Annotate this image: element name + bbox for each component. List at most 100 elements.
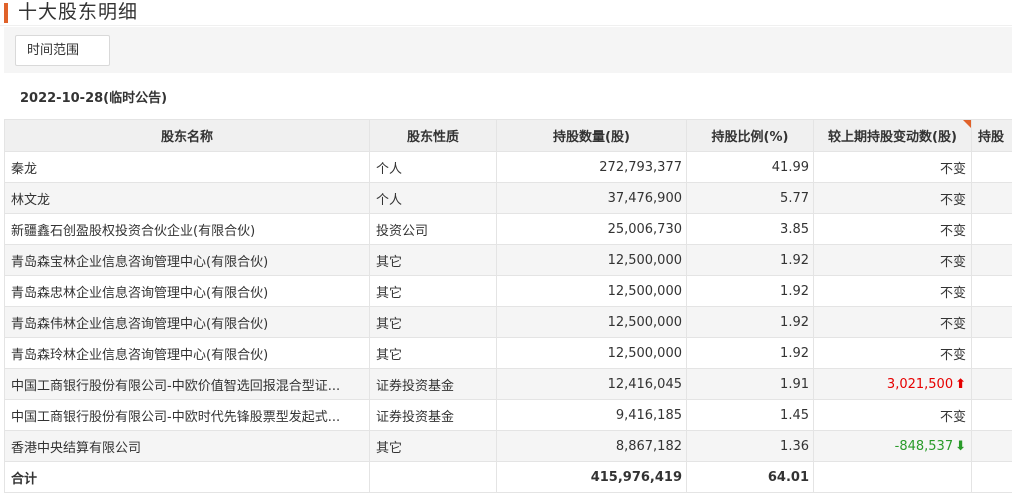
change-cell: 3,021,500 ⬆ <box>813 368 972 400</box>
extra-cell <box>971 399 1012 431</box>
change-cell: 不变 <box>813 275 972 307</box>
change-cell: 不变 <box>813 213 972 245</box>
table-row[interactable]: 中国工商银行股份有限公司-中欧价值智选回报混合型证... 证券投资基金 12,416… <box>4 368 1012 400</box>
table-row[interactable]: 新疆鑫石创盈股权投资合伙企业(有限合伙) 投资公司 25,006,730 3.85 不变 <box>4 213 1012 245</box>
shareholder-type-cell: 其它 <box>369 244 497 276</box>
extra-cell <box>971 275 1012 307</box>
extra-cell <box>971 244 1012 276</box>
column-header-change[interactable]: 较上期持股变动数(股) <box>813 119 972 152</box>
shares-cell: 25,006,730 <box>496 213 687 245</box>
arrow-down-icon: ⬇ <box>955 438 966 454</box>
extra-cell <box>971 182 1012 214</box>
ratio-cell: 1.92 <box>686 337 814 369</box>
change-cell: 不变 <box>813 337 972 369</box>
total-type-cell <box>369 461 497 493</box>
change-value: -848,537 <box>894 438 954 454</box>
report-date-label: 2022-10-28(临时公告) <box>20 91 168 106</box>
column-header-change-label: 较上期持股变动数(股) <box>828 130 957 145</box>
arrow-up-icon: ⬆ <box>955 376 966 392</box>
change-value: 不变 <box>939 192 966 208</box>
shareholder-type-cell: 其它 <box>369 275 497 307</box>
change-value: 不变 <box>939 316 966 332</box>
sort-corner-indicator <box>963 120 971 128</box>
filter-area: 时间范围 <box>4 27 1012 73</box>
shareholder-type-cell: 其它 <box>369 337 497 369</box>
ratio-cell: 1.92 <box>686 275 814 307</box>
extra-cell <box>971 368 1012 400</box>
table-row[interactable]: 秦龙 个人 272,793,377 41.99 不变 <box>4 151 1012 183</box>
change-value: 不变 <box>939 254 966 270</box>
ratio-cell: 1.92 <box>686 306 814 338</box>
change-cell: 不变 <box>813 306 972 338</box>
section-header: 十大股东明细 <box>0 0 1012 26</box>
shares-cell: 12,416,045 <box>496 368 687 400</box>
extra-cell <box>971 306 1012 338</box>
time-range-button[interactable]: 时间范围 <box>15 35 110 66</box>
table-row[interactable]: 中国工商银行股份有限公司-中欧时代先锋股票型发起式... 证券投资基金 9,416,… <box>4 399 1012 431</box>
extra-cell <box>971 151 1012 183</box>
shareholder-name-cell[interactable]: 中国工商银行股份有限公司-中欧价值智选回报混合型证... <box>4 368 370 400</box>
shareholder-type-cell: 证券投资基金 <box>369 399 497 431</box>
column-header-shares[interactable]: 持股数量(股) <box>496 119 687 152</box>
total-shares-cell: 415,976,419 <box>496 461 687 493</box>
total-change-cell <box>813 461 972 493</box>
shareholder-name-cell[interactable]: 青岛森玲林企业信息咨询管理中心(有限合伙) <box>4 337 370 369</box>
change-cell: -848,537 ⬇ <box>813 430 972 462</box>
total-row: 合计 415,976,419 64.01 <box>4 461 1012 493</box>
shares-cell: 12,500,000 <box>496 244 687 276</box>
table-row[interactable]: 林文龙 个人 37,476,900 5.77 不变 <box>4 182 1012 214</box>
column-header-name[interactable]: 股东名称 <box>4 119 370 152</box>
ratio-cell: 1.91 <box>686 368 814 400</box>
change-value: 不变 <box>939 223 966 239</box>
table-row[interactable]: 香港中央结算有限公司 其它 8,867,182 1.36 -848,537 ⬇ <box>4 430 1012 462</box>
total-extra-cell <box>971 461 1012 493</box>
shares-cell: 8,867,182 <box>496 430 687 462</box>
shareholder-name-cell[interactable]: 新疆鑫石创盈股权投资合伙企业(有限合伙) <box>4 213 370 245</box>
change-cell: 不变 <box>813 399 972 431</box>
ratio-cell: 5.77 <box>686 182 814 214</box>
ratio-cell: 3.85 <box>686 213 814 245</box>
change-value: 不变 <box>939 409 966 425</box>
shares-cell: 37,476,900 <box>496 182 687 214</box>
shareholder-name-cell[interactable]: 青岛森伟林企业信息咨询管理中心(有限合伙) <box>4 306 370 338</box>
change-cell: 不变 <box>813 182 972 214</box>
column-header-extra[interactable]: 持股 <box>971 119 1012 152</box>
change-cell: 不变 <box>813 244 972 276</box>
shareholder-name-cell[interactable]: 林文龙 <box>4 182 370 214</box>
shares-cell: 272,793,377 <box>496 151 687 183</box>
table-row[interactable]: 青岛森忠林企业信息咨询管理中心(有限合伙) 其它 12,500,000 1.92 不变 <box>4 275 1012 307</box>
shareholder-name-cell[interactable]: 青岛森宝林企业信息咨询管理中心(有限合伙) <box>4 244 370 276</box>
change-value: 3,021,500 <box>886 376 954 392</box>
total-label-cell: 合计 <box>4 461 370 493</box>
section-title: 十大股东明细 <box>18 1 139 23</box>
table-header-row: 股东名称 股东性质 持股数量(股) 持股比例(%) 较上期持股变动数(股) 持股 <box>4 119 1012 152</box>
shareholder-type-cell: 其它 <box>369 430 497 462</box>
table-row[interactable]: 青岛森玲林企业信息咨询管理中心(有限合伙) 其它 12,500,000 1.92 不变 <box>4 337 1012 369</box>
shares-cell: 12,500,000 <box>496 337 687 369</box>
change-value: 不变 <box>939 285 966 301</box>
shareholders-table: 股东名称 股东性质 持股数量(股) 持股比例(%) 较上期持股变动数(股) 持股… <box>4 119 1012 493</box>
shareholder-name-cell[interactable]: 中国工商银行股份有限公司-中欧时代先锋股票型发起式... <box>4 399 370 431</box>
change-cell: 不变 <box>813 151 972 183</box>
title-accent-bar <box>4 3 8 23</box>
extra-cell <box>971 213 1012 245</box>
change-value: 不变 <box>939 161 966 177</box>
shareholder-name-cell[interactable]: 秦龙 <box>4 151 370 183</box>
shares-cell: 9,416,185 <box>496 399 687 431</box>
shares-cell: 12,500,000 <box>496 275 687 307</box>
table-row[interactable]: 青岛森宝林企业信息咨询管理中心(有限合伙) 其它 12,500,000 1.92 不变 <box>4 244 1012 276</box>
shareholder-type-cell: 投资公司 <box>369 213 497 245</box>
column-header-type[interactable]: 股东性质 <box>369 119 497 152</box>
shareholder-type-cell: 个人 <box>369 151 497 183</box>
shareholder-name-cell[interactable]: 青岛森忠林企业信息咨询管理中心(有限合伙) <box>4 275 370 307</box>
total-ratio-cell: 64.01 <box>686 461 814 493</box>
column-header-ratio[interactable]: 持股比例(%) <box>686 119 814 152</box>
shareholder-name-cell[interactable]: 香港中央结算有限公司 <box>4 430 370 462</box>
shares-cell: 12,500,000 <box>496 306 687 338</box>
change-value: 不变 <box>939 347 966 363</box>
table-row[interactable]: 青岛森伟林企业信息咨询管理中心(有限合伙) 其它 12,500,000 1.92 不变 <box>4 306 1012 338</box>
ratio-cell: 1.92 <box>686 244 814 276</box>
ratio-cell: 1.45 <box>686 399 814 431</box>
extra-cell <box>971 337 1012 369</box>
shareholder-type-cell: 证券投资基金 <box>369 368 497 400</box>
